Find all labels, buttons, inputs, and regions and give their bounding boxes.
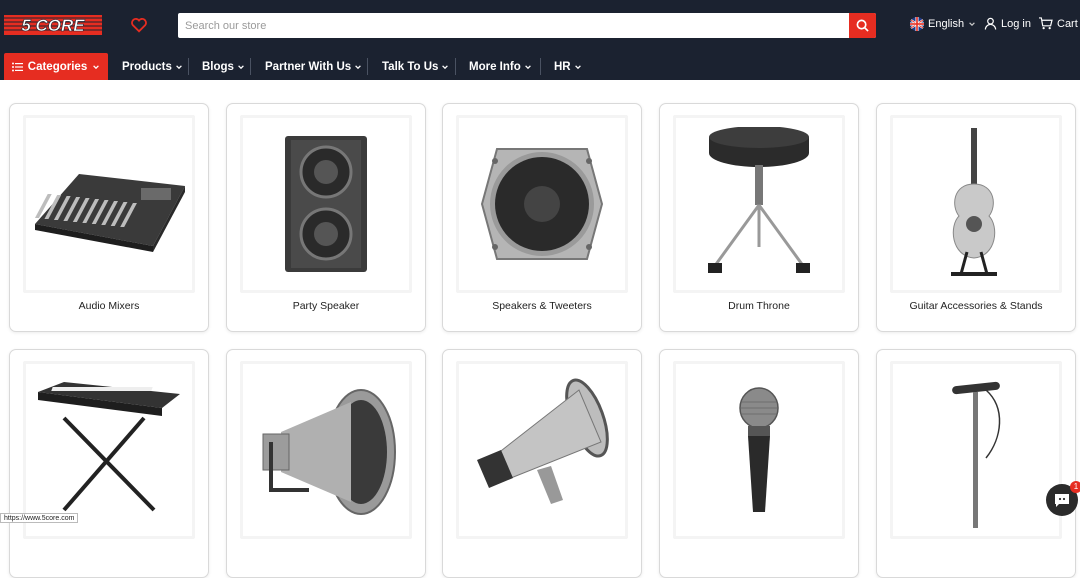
nav-item-hr[interactable]: HR — [554, 53, 582, 80]
search-icon — [856, 19, 869, 32]
site-header: 5 CORE English Log in — [0, 0, 1080, 80]
nav-item-partner-with-us[interactable]: Partner With Us — [265, 53, 362, 80]
login-label: Log in — [1001, 17, 1031, 30]
category-grid: Audio Mixers Party Speaker Speakers & Tw… — [0, 80, 1080, 578]
category-card-mic-stand[interactable] — [876, 349, 1076, 578]
nav-divider — [188, 58, 189, 75]
category-card-guitar-accessories-stands[interactable]: Guitar Accessories & Stands — [876, 103, 1076, 332]
wishlist-heart-icon[interactable] — [130, 16, 148, 34]
guitar-stand-image — [951, 128, 997, 276]
nav-divider — [367, 58, 368, 75]
list-icon — [11, 62, 23, 71]
category-label: Speakers & Tweeters — [492, 300, 592, 312]
card-image-frame — [240, 115, 412, 293]
category-label: Party Speaker — [292, 300, 360, 312]
svg-text:5 CORE: 5 CORE — [21, 16, 85, 35]
card-image-frame — [240, 361, 412, 539]
category-card-speakers-tweeters[interactable]: Speakers & Tweeters — [442, 103, 642, 332]
category-label: Drum Throne — [728, 300, 790, 312]
nav-divider — [455, 58, 456, 75]
language-label: English — [928, 18, 965, 30]
category-label: Guitar Accessories & Stands — [909, 300, 1043, 312]
chevron-down-icon — [442, 64, 449, 69]
search-input[interactable] — [178, 13, 848, 38]
chevron-down-icon — [969, 22, 975, 27]
card-image-frame — [673, 361, 845, 539]
nav-label: Partner With Us — [265, 60, 352, 73]
megaphone-image — [477, 378, 609, 504]
chevron-down-icon — [524, 64, 531, 69]
keyboard-stand-image — [38, 382, 180, 512]
chat-notification-badge: 1 — [1070, 481, 1080, 493]
user-icon — [984, 17, 997, 30]
category-card-keyboard-stand[interactable] — [9, 349, 209, 578]
chevron-down-icon — [238, 64, 244, 69]
nav-item-products[interactable]: Products — [122, 53, 183, 80]
card-image-frame — [456, 115, 628, 293]
speaker-driver-image — [480, 148, 604, 260]
cart-label: Cart — [1057, 17, 1078, 30]
audio-mixer-image — [34, 174, 185, 252]
category-card-horn-speaker[interactable] — [226, 349, 426, 578]
uk-flag-icon — [910, 17, 924, 31]
category-label: Audio Mixers — [78, 300, 140, 312]
horn-speaker-image — [262, 389, 396, 515]
nav-label: Blogs — [202, 60, 234, 73]
drum-throne-image — [708, 126, 810, 273]
category-card-megaphone[interactable] — [442, 349, 642, 578]
login-link[interactable]: Log in — [984, 17, 1031, 30]
card-image-frame — [23, 115, 195, 293]
chevron-down-icon — [175, 64, 182, 69]
nav-item-more-info[interactable]: More Info — [469, 53, 532, 80]
nav-label: HR — [554, 60, 571, 73]
nav-divider — [250, 58, 251, 75]
chat-bubble-icon — [1055, 494, 1069, 507]
nav-label: Talk To Us — [382, 60, 439, 73]
main-nav: Categories Products Blogs Partner With U… — [0, 53, 1080, 80]
category-card-party-speaker[interactable]: Party Speaker — [226, 103, 426, 332]
mic-stand-image — [952, 381, 1001, 528]
nav-item-talk-to-us[interactable]: Talk To Us — [382, 53, 449, 80]
microphone-image — [739, 387, 779, 512]
chevron-down-icon — [93, 64, 100, 69]
card-image-frame — [456, 361, 628, 539]
language-selector[interactable]: English — [910, 17, 976, 31]
status-url-tooltip: https://www.5core.com — [0, 513, 79, 523]
category-card-audio-mixers[interactable]: Audio Mixers — [9, 103, 209, 332]
chevron-down-icon — [574, 64, 581, 69]
category-card-microphone[interactable] — [659, 349, 859, 578]
cart-link[interactable]: Cart — [1038, 17, 1078, 30]
categories-label: Categories — [27, 60, 88, 73]
cart-icon — [1039, 17, 1053, 30]
nav-divider — [540, 58, 541, 75]
search-bar — [178, 13, 876, 38]
nav-label: Products — [122, 60, 172, 73]
card-image-frame — [890, 361, 1062, 539]
category-card-drum-throne[interactable]: Drum Throne — [659, 103, 859, 332]
chevron-down-icon — [355, 64, 362, 69]
nav-item-blogs[interactable]: Blogs — [202, 53, 245, 80]
card-image-frame — [673, 115, 845, 293]
nav-label: More Info — [469, 60, 521, 73]
card-image-frame — [890, 115, 1062, 293]
categories-button[interactable]: Categories — [4, 53, 108, 80]
brand-logo[interactable]: 5 CORE — [4, 15, 102, 35]
search-button[interactable] — [849, 13, 876, 38]
party-speaker-image — [285, 136, 367, 272]
